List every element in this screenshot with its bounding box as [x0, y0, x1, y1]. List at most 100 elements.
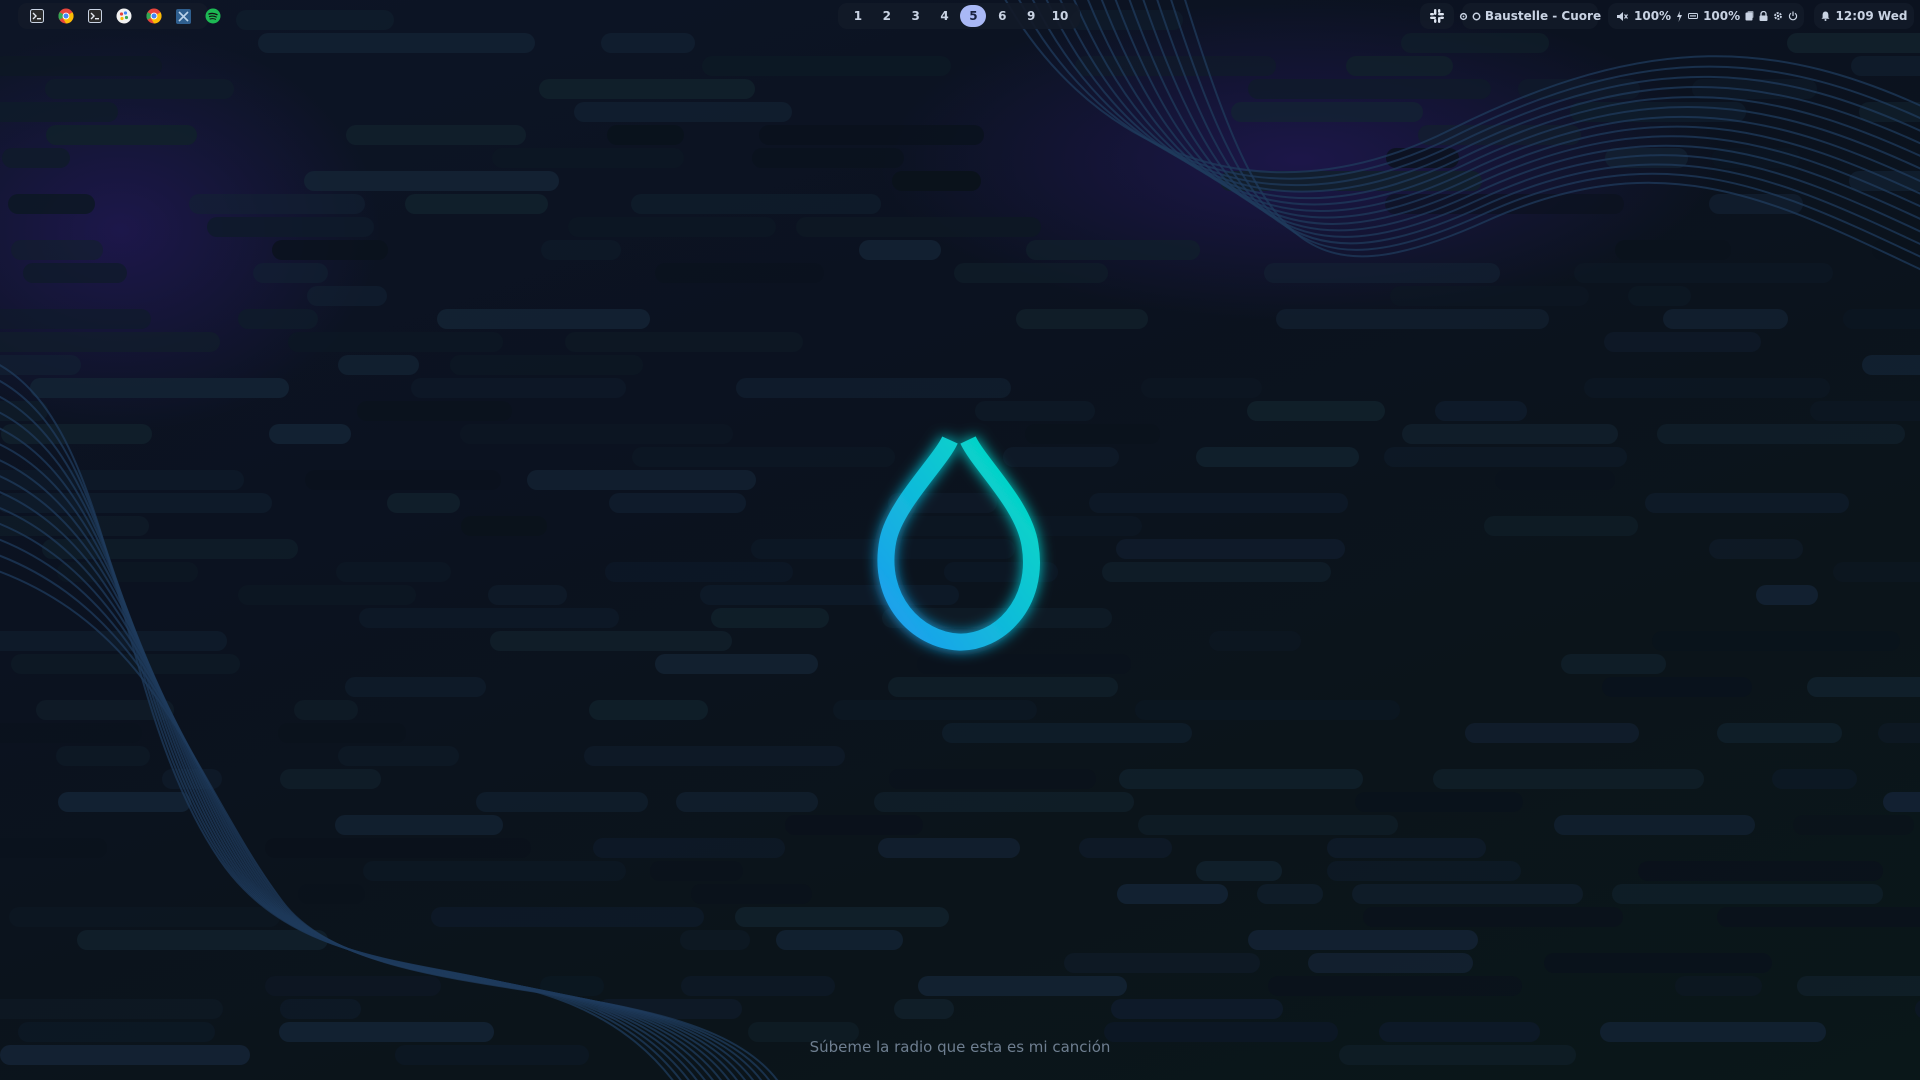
wallpaper-streak: [1390, 286, 1589, 306]
wallpaper-streak: [609, 493, 746, 513]
wallpaper-streak: [338, 746, 459, 766]
wallpaper-streak: [1257, 884, 1323, 904]
notification-bell-icon[interactable]: [1821, 11, 1830, 21]
wallpaper-streak: [236, 10, 394, 30]
workspace-6[interactable]: 6: [989, 5, 1015, 27]
wallpaper-streak: [1843, 309, 1920, 329]
vscode-icon[interactable]: [176, 7, 191, 25]
play-status-icon[interactable]: [1472, 12, 1481, 21]
wallpaper-streak: [859, 240, 941, 260]
wallpaper-streak: [58, 792, 191, 812]
wallpaper-streak: [1435, 401, 1527, 421]
colorpicker-icon[interactable]: [116, 7, 132, 25]
wallpaper-streak: [492, 148, 684, 168]
desktop: 1 2 3 4 5 6 9 10 Baustelle - Cuore 100% …: [0, 0, 1920, 1080]
wallpaper-streak: [527, 470, 756, 490]
wallpaper-streak: [1016, 309, 1148, 329]
slack-icon[interactable]: [1429, 8, 1445, 24]
wallpaper-streak: [752, 148, 904, 168]
wallpaper-streak: [944, 562, 1058, 582]
workspace-10[interactable]: 10: [1047, 5, 1073, 27]
workspace-2[interactable]: 2: [874, 5, 900, 27]
wallpaper-streak: [565, 332, 803, 352]
wallpaper-streak: [589, 700, 708, 720]
wallpaper-streak: [1833, 562, 1920, 582]
terminal-icon[interactable]: [30, 7, 44, 25]
settings-gear-icon[interactable]: [1459, 12, 1468, 21]
wallpaper-streak: [1561, 654, 1666, 674]
wallpaper-streak: [450, 355, 643, 375]
wallpaper-streak: [759, 125, 984, 145]
workspace-1[interactable]: 1: [845, 5, 871, 27]
clock-widget[interactable]: 12:09 Wed: [1814, 3, 1914, 29]
workspace-3[interactable]: 3: [903, 5, 929, 27]
wallpaper-streak: [1355, 792, 1523, 812]
now-playing-track: Baustelle - Cuore: [1484, 9, 1602, 23]
spotify-icon[interactable]: [205, 7, 221, 25]
wallpaper-streak: [1352, 884, 1583, 904]
wallpaper-streak: [1628, 286, 1691, 306]
wallpaper-streak: [1248, 930, 1478, 950]
brightness-icon[interactable]: [1676, 10, 1683, 22]
wallpaper-streak: [1709, 539, 1803, 559]
wallpaper-streak: [1111, 999, 1283, 1019]
wallpaper-streak: [918, 976, 1127, 996]
wallpaper-streak: [1657, 424, 1905, 444]
wallpaper-streak: [541, 240, 621, 260]
lock-icon[interactable]: [1759, 11, 1768, 21]
wallpaper-streak: [476, 792, 648, 812]
wallpaper-streak: [207, 217, 374, 237]
wallpaper-streak: [346, 125, 526, 145]
media-player-widget[interactable]: Baustelle - Cuore: [1459, 3, 1602, 29]
wallpaper-streak: [680, 930, 750, 950]
wallpaper-streak: [335, 815, 503, 835]
wallpaper-streak: [1663, 309, 1788, 329]
wallpaper-streak: [11, 240, 103, 260]
terminal-icon[interactable]: [88, 7, 102, 25]
workspace-5-active[interactable]: 5: [960, 5, 987, 27]
wallpaper: [0, 0, 1920, 1080]
wallpaper-streak: [338, 355, 419, 375]
gear-icon[interactable]: [1773, 11, 1783, 21]
clock-time: 12:09 Wed: [1835, 9, 1908, 23]
wallpaper-streak: [1117, 884, 1228, 904]
workspace-9[interactable]: 9: [1018, 5, 1044, 27]
wallpaper-streak: [56, 746, 150, 766]
wallpaper-streak: [1574, 263, 1833, 283]
volume-muted-icon[interactable]: [1616, 11, 1629, 22]
wallpaper-streak: [605, 562, 793, 582]
wallpaper-streak: [258, 33, 535, 53]
chrome-icon[interactable]: [146, 7, 162, 25]
wallpaper-streak: [431, 907, 704, 927]
app-launcher-bar: [18, 3, 221, 29]
wallpaper-streak: [307, 286, 387, 306]
wallpaper-streak: [942, 723, 1192, 743]
wallpaper-streak: [975, 401, 1095, 421]
wallpaper-streak: [1756, 585, 1818, 605]
workspace-4[interactable]: 4: [932, 5, 958, 27]
wallpaper-streak: [888, 677, 1118, 697]
wallpaper-streak: [189, 194, 365, 214]
power-icon[interactable]: [1788, 11, 1798, 21]
wallpaper-streak: [1612, 884, 1883, 904]
wallpaper-streak: [253, 263, 328, 283]
wallpaper-streak: [879, 516, 1142, 536]
wallpaper-streak: [336, 562, 451, 582]
wallpaper-streak: [632, 447, 895, 467]
wallpaper-streak: [736, 378, 1011, 398]
keyboard-icon[interactable]: [1688, 13, 1699, 19]
wallpaper-streak: [488, 585, 567, 605]
lockscreen-song-line: Súbeme la radio que esta es mi canción: [809, 1038, 1111, 1056]
wallpaper-streak: [304, 171, 559, 191]
clipboard-icon[interactable]: [1745, 11, 1754, 21]
wallpaper-streak: [0, 999, 223, 1019]
wallpaper-streak: [785, 815, 923, 835]
wallpaper-streak: [0, 838, 107, 858]
wallpaper-streak: [607, 125, 684, 145]
wallpaper-streak: [1797, 976, 1920, 996]
wallpaper-streak: [833, 700, 1037, 720]
wallpaper-streak: [8, 194, 95, 214]
wallpaper-streak: [0, 102, 118, 122]
wallpaper-streak: [889, 769, 1096, 789]
chrome-icon[interactable]: [58, 7, 74, 25]
